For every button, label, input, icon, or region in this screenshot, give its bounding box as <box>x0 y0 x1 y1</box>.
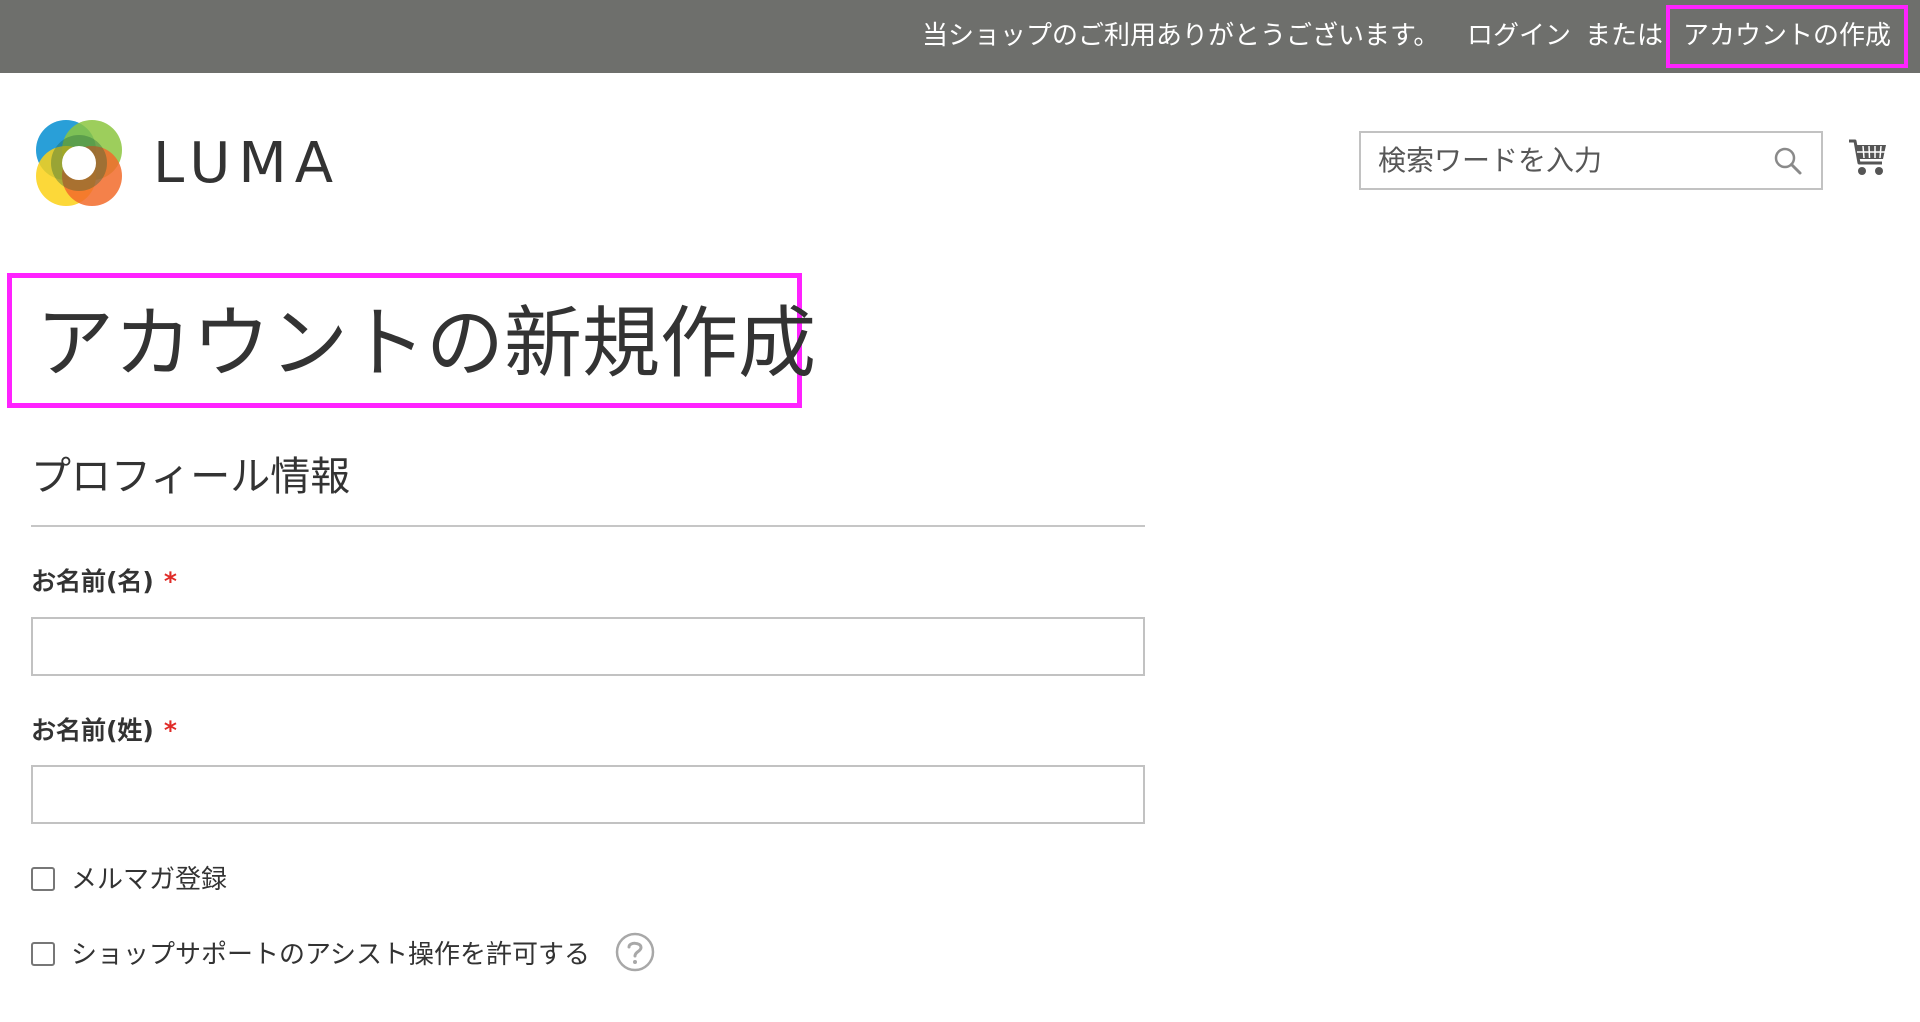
last-name-label: お名前(姓) * <box>31 715 177 747</box>
cart-icon[interactable] <box>1848 137 1888 179</box>
search-box <box>1359 131 1823 190</box>
newsletter-checkbox[interactable] <box>31 867 55 891</box>
last-name-label-text: お名前(姓) <box>31 716 154 745</box>
login-link[interactable]: ログイン <box>1467 20 1571 52</box>
logo-text: LUMA <box>153 131 342 196</box>
required-mark: * <box>163 567 177 596</box>
section-divider <box>31 525 1145 527</box>
search-icon[interactable] <box>1773 146 1803 176</box>
assistance-checkbox[interactable] <box>31 942 55 966</box>
first-name-label-text: お名前(名) <box>31 567 154 596</box>
last-name-input[interactable] <box>31 765 1145 824</box>
first-name-input[interactable] <box>31 617 1145 676</box>
create-account-link[interactable]: アカウントの作成 <box>1666 5 1908 68</box>
newsletter-label[interactable]: メルマガ登録 <box>71 862 227 898</box>
profile-section-title: プロフィール情報 <box>31 454 351 500</box>
page-title-container: アカウントの新規作成 <box>7 273 816 408</box>
assistance-label[interactable]: ショップサポートのアシスト操作を許可する <box>71 937 590 973</box>
page-title: アカウントの新規作成 <box>36 299 817 389</box>
required-mark: * <box>163 716 177 745</box>
question-mark-icon[interactable] <box>615 932 655 972</box>
top-header-bar: 当ショップのご利用ありがとうございます。 ログイン または アカウントの作成 <box>0 0 1920 73</box>
welcome-message: 当ショップのご利用ありがとうございます。 <box>922 21 1440 51</box>
first-name-label: お名前(名) * <box>31 566 177 598</box>
search-input[interactable] <box>1361 133 1778 188</box>
luma-logo-icon <box>36 120 122 206</box>
luma-logo[interactable]: LUMA <box>31 115 351 211</box>
or-text: または <box>1585 21 1664 51</box>
